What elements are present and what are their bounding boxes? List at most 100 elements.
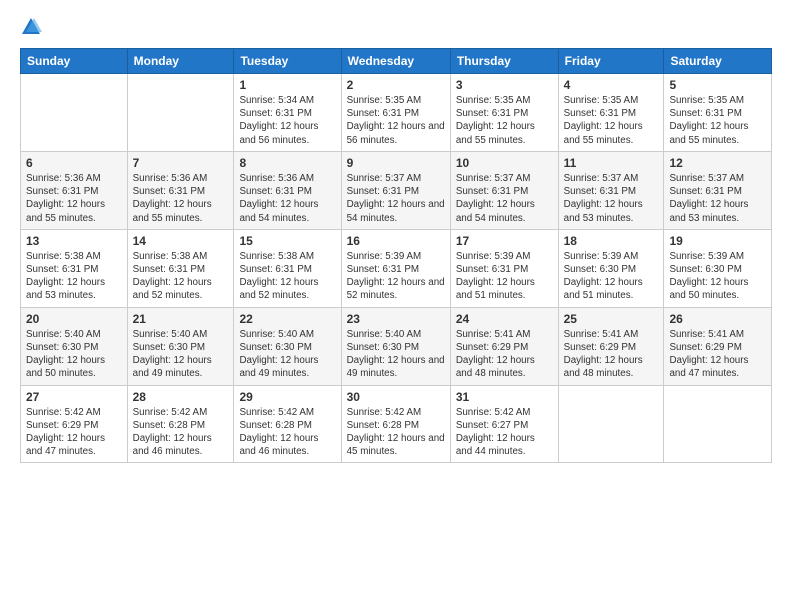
day-number: 28 xyxy=(133,390,229,404)
calendar-cell: 4 Sunrise: 5:35 AMSunset: 6:31 PMDaylight… xyxy=(558,74,664,152)
day-number: 1 xyxy=(239,78,335,92)
day-info: Sunrise: 5:39 AMSunset: 6:31 PMDaylight:… xyxy=(456,250,553,303)
calendar-cell: 24Sunrise: 5:41 AMSunset: 6:29 PMDayligh… xyxy=(450,307,558,385)
day-info: Sunrise: 5:39 AMSunset: 6:30 PMDaylight:… xyxy=(564,250,659,303)
day-number: 6 xyxy=(26,156,122,170)
day-number: 29 xyxy=(239,390,335,404)
header xyxy=(20,16,772,38)
calendar-cell: 9 Sunrise: 5:37 AMSunset: 6:31 PMDaylight… xyxy=(341,151,450,229)
day-info: Sunrise: 5:41 AMSunset: 6:29 PMDaylight:… xyxy=(564,328,659,381)
logo xyxy=(20,16,46,38)
weekday-header-thursday: Thursday xyxy=(450,49,558,74)
day-info: Sunrise: 5:39 AMSunset: 6:30 PMDaylight:… xyxy=(669,250,766,303)
calendar-cell: 6 Sunrise: 5:36 AMSunset: 6:31 PMDaylight… xyxy=(21,151,128,229)
day-info: Sunrise: 5:37 AMSunset: 6:31 PMDaylight:… xyxy=(669,172,766,225)
day-number: 3 xyxy=(456,78,553,92)
calendar-cell: 29Sunrise: 5:42 AMSunset: 6:28 PMDayligh… xyxy=(234,385,341,463)
day-info: Sunrise: 5:35 AMSunset: 6:31 PMDaylight:… xyxy=(564,94,659,147)
day-info: Sunrise: 5:41 AMSunset: 6:29 PMDaylight:… xyxy=(669,328,766,381)
day-info: Sunrise: 5:34 AMSunset: 6:31 PMDaylight:… xyxy=(239,94,335,147)
calendar-cell: 17 Sunrise: 5:39 AMSunset: 6:31 PMDayligh… xyxy=(450,229,558,307)
day-info: Sunrise: 5:42 AMSunset: 6:28 PMDaylight:… xyxy=(133,406,229,459)
calendar-cell: 27 Sunrise: 5:42 AMSunset: 6:29 PMDayligh… xyxy=(21,385,128,463)
weekday-header-saturday: Saturday xyxy=(664,49,772,74)
weekday-header-wednesday: Wednesday xyxy=(341,49,450,74)
calendar-cell: 1 Sunrise: 5:34 AMSunset: 6:31 PMDaylight… xyxy=(234,74,341,152)
calendar-cell: 15 Sunrise: 5:38 AMSunset: 6:31 PMDayligh… xyxy=(234,229,341,307)
calendar-cell: 21 Sunrise: 5:40 AMSunset: 6:30 PMDayligh… xyxy=(127,307,234,385)
calendar-cell: 23Sunrise: 5:40 AMSunset: 6:30 PMDayligh… xyxy=(341,307,450,385)
calendar-cell: 12 Sunrise: 5:37 AMSunset: 6:31 PMDayligh… xyxy=(664,151,772,229)
week-row-1: 1 Sunrise: 5:34 AMSunset: 6:31 PMDaylight… xyxy=(21,74,772,152)
calendar-cell: 31 Sunrise: 5:42 AMSunset: 6:27 PMDayligh… xyxy=(450,385,558,463)
calendar-cell: 18 Sunrise: 5:39 AMSunset: 6:30 PMDayligh… xyxy=(558,229,664,307)
day-info: Sunrise: 5:36 AMSunset: 6:31 PMDaylight:… xyxy=(26,172,122,225)
day-info: Sunrise: 5:42 AMSunset: 6:29 PMDaylight:… xyxy=(26,406,122,459)
day-number: 21 xyxy=(133,312,229,326)
calendar-cell: 11Sunrise: 5:37 AMSunset: 6:31 PMDayligh… xyxy=(558,151,664,229)
day-info: Sunrise: 5:38 AMSunset: 6:31 PMDaylight:… xyxy=(26,250,122,303)
calendar-cell: 26 Sunrise: 5:41 AMSunset: 6:29 PMDayligh… xyxy=(664,307,772,385)
weekday-header-sunday: Sunday xyxy=(21,49,128,74)
day-info: Sunrise: 5:42 AMSunset: 6:27 PMDaylight:… xyxy=(456,406,553,459)
logo-icon xyxy=(20,16,42,38)
calendar-cell: 13 Sunrise: 5:38 AMSunset: 6:31 PMDayligh… xyxy=(21,229,128,307)
calendar-cell: 16 Sunrise: 5:39 AMSunset: 6:31 PMDayligh… xyxy=(341,229,450,307)
weekday-header-tuesday: Tuesday xyxy=(234,49,341,74)
calendar-cell: 22Sunrise: 5:40 AMSunset: 6:30 PMDayligh… xyxy=(234,307,341,385)
day-number: 22 xyxy=(239,312,335,326)
calendar-cell: 19 Sunrise: 5:39 AMSunset: 6:30 PMDayligh… xyxy=(664,229,772,307)
week-row-4: 20 Sunrise: 5:40 AMSunset: 6:30 PMDayligh… xyxy=(21,307,772,385)
calendar-table: SundayMondayTuesdayWednesdayThursdayFrid… xyxy=(20,48,772,463)
day-number: 7 xyxy=(133,156,229,170)
day-number: 31 xyxy=(456,390,553,404)
day-number: 17 xyxy=(456,234,553,248)
day-info: Sunrise: 5:38 AMSunset: 6:31 PMDaylight:… xyxy=(239,250,335,303)
day-number: 15 xyxy=(239,234,335,248)
day-number: 19 xyxy=(669,234,766,248)
week-row-2: 6 Sunrise: 5:36 AMSunset: 6:31 PMDaylight… xyxy=(21,151,772,229)
day-number: 12 xyxy=(669,156,766,170)
day-number: 25 xyxy=(564,312,659,326)
calendar-cell: 20 Sunrise: 5:40 AMSunset: 6:30 PMDayligh… xyxy=(21,307,128,385)
day-info: Sunrise: 5:35 AMSunset: 6:31 PMDaylight:… xyxy=(456,94,553,147)
calendar-cell xyxy=(21,74,128,152)
day-number: 27 xyxy=(26,390,122,404)
weekday-header-row: SundayMondayTuesdayWednesdayThursdayFrid… xyxy=(21,49,772,74)
day-number: 4 xyxy=(564,78,659,92)
day-info: Sunrise: 5:37 AMSunset: 6:31 PMDaylight:… xyxy=(347,172,445,225)
day-number: 26 xyxy=(669,312,766,326)
calendar-cell: 3 Sunrise: 5:35 AMSunset: 6:31 PMDaylight… xyxy=(450,74,558,152)
calendar-cell: 10 Sunrise: 5:37 AMSunset: 6:31 PMDayligh… xyxy=(450,151,558,229)
calendar-cell xyxy=(127,74,234,152)
day-number: 14 xyxy=(133,234,229,248)
day-number: 9 xyxy=(347,156,445,170)
calendar-cell: 2Sunrise: 5:35 AMSunset: 6:31 PMDaylight… xyxy=(341,74,450,152)
day-number: 10 xyxy=(456,156,553,170)
day-number: 20 xyxy=(26,312,122,326)
calendar-cell: 7Sunrise: 5:36 AMSunset: 6:31 PMDaylight… xyxy=(127,151,234,229)
day-number: 16 xyxy=(347,234,445,248)
day-number: 18 xyxy=(564,234,659,248)
day-number: 11 xyxy=(564,156,659,170)
day-number: 8 xyxy=(239,156,335,170)
day-info: Sunrise: 5:42 AMSunset: 6:28 PMDaylight:… xyxy=(347,406,445,459)
calendar-cell: 28 Sunrise: 5:42 AMSunset: 6:28 PMDayligh… xyxy=(127,385,234,463)
day-info: Sunrise: 5:40 AMSunset: 6:30 PMDaylight:… xyxy=(26,328,122,381)
day-info: Sunrise: 5:41 AMSunset: 6:29 PMDaylight:… xyxy=(456,328,553,381)
calendar-cell: 14Sunrise: 5:38 AMSunset: 6:31 PMDayligh… xyxy=(127,229,234,307)
week-row-5: 27 Sunrise: 5:42 AMSunset: 6:29 PMDayligh… xyxy=(21,385,772,463)
day-number: 13 xyxy=(26,234,122,248)
day-number: 5 xyxy=(669,78,766,92)
calendar-cell xyxy=(664,385,772,463)
calendar-cell xyxy=(558,385,664,463)
calendar-cell: 30Sunrise: 5:42 AMSunset: 6:28 PMDayligh… xyxy=(341,385,450,463)
calendar-cell: 25 Sunrise: 5:41 AMSunset: 6:29 PMDayligh… xyxy=(558,307,664,385)
page: SundayMondayTuesdayWednesdayThursdayFrid… xyxy=(0,0,792,612)
day-number: 23 xyxy=(347,312,445,326)
day-info: Sunrise: 5:36 AMSunset: 6:31 PMDaylight:… xyxy=(239,172,335,225)
day-info: Sunrise: 5:39 AMSunset: 6:31 PMDaylight:… xyxy=(347,250,445,303)
day-info: Sunrise: 5:37 AMSunset: 6:31 PMDaylight:… xyxy=(456,172,553,225)
day-info: Sunrise: 5:40 AMSunset: 6:30 PMDaylight:… xyxy=(133,328,229,381)
weekday-header-friday: Friday xyxy=(558,49,664,74)
